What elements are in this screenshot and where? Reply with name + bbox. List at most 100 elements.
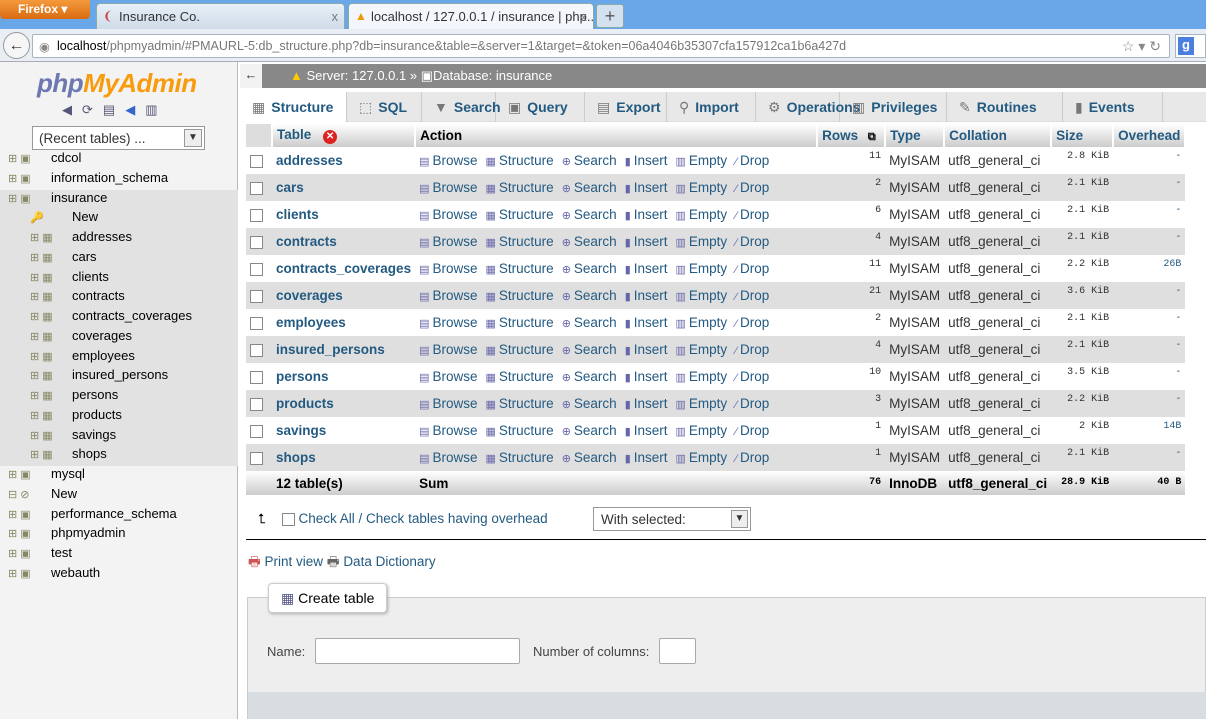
rows-help-icon[interactable]: ⧉ [868,131,876,143]
browse-action[interactable]: ▤ Browse [419,315,477,330]
browse-action[interactable]: ▤ Browse [419,261,477,276]
collapse-arrow-icon[interactable]: ← [240,64,262,88]
structure-action[interactable]: ▦ Structure [486,450,554,465]
search-engine-button[interactable]: g [1175,34,1206,58]
search-action[interactable]: ⊕ Search [562,423,617,438]
sidebar-database-item[interactable]: ⊞ ▣ test [0,545,238,565]
search-action[interactable]: ⊕ Search [562,180,617,195]
row-checkbox[interactable] [250,343,263,357]
browse-action[interactable]: ▤ Browse [419,153,477,168]
database-icon[interactable]: ⊞ ▣ [0,527,51,540]
search-action[interactable]: ⊕ Search [562,315,617,330]
insert-action[interactable]: ▮ Insert [625,342,668,357]
drop-action[interactable]: ⁄ Drop [735,207,769,222]
database-icon[interactable]: ⊞ ▣ [0,567,51,580]
table-icon[interactable]: ⊞ ▦ [0,290,72,303]
unlink-icon[interactable]: ◀ [125,102,145,117]
tab-privileges[interactable]: ▥ Privileges [840,92,947,122]
insert-action[interactable]: ▮ Insert [625,234,668,249]
drop-action[interactable]: ⁄ Drop [735,153,769,168]
sidebar-table-item[interactable]: ⊞ ▦ coverages [0,327,238,348]
browse-action[interactable]: ▤ Browse [419,342,477,357]
table-icon[interactable]: ⊞ ▦ [0,251,72,264]
search-action[interactable]: ⊕ Search [562,207,617,222]
insert-action[interactable]: ▮ Insert [625,396,668,411]
structure-action[interactable]: ▦ Structure [486,396,554,411]
back-button[interactable]: ← [3,32,30,59]
empty-action[interactable]: ▥ Empty [676,207,728,222]
bookmark-star-icon[interactable]: ☆ ▾ ↻ [1117,38,1161,55]
docs-icon[interactable]: ▤ [103,102,125,117]
table-icon[interactable]: ⊞ ▦ [0,409,72,422]
insert-action[interactable]: ▮ Insert [625,369,668,384]
drop-action[interactable]: ⁄ Drop [735,342,769,357]
table-icon[interactable]: ⊞ ▦ [0,448,72,461]
tab-events[interactable]: ▮ Events [1063,92,1163,122]
row-checkbox[interactable] [250,181,263,195]
table-icon[interactable]: ⊞ ▦ [0,350,72,363]
drop-action[interactable]: ⁄ Drop [735,234,769,249]
database-icon[interactable]: ⊞ ▣ [0,468,51,481]
tab-search[interactable]: ▼ Search [422,92,501,122]
drop-action[interactable]: ⁄ Drop [735,423,769,438]
row-checkbox[interactable] [250,451,263,465]
row-checkbox[interactable] [250,316,263,330]
table-name-link[interactable]: coverages [272,282,416,309]
insert-action[interactable]: ▮ Insert [625,423,668,438]
table-size[interactable]: 2.1 KiB [1051,336,1114,363]
sidebar-database-item[interactable]: ⊟ ⊘ New [0,486,238,506]
database-icon[interactable]: ⊞ ▣ [0,508,51,521]
table-size[interactable]: 2 KiB [1051,417,1114,444]
browse-action[interactable]: ▤ Browse [419,369,477,384]
search-action[interactable]: ⊕ Search [562,234,617,249]
browse-action[interactable]: ▤ Browse [419,234,477,249]
empty-action[interactable]: ▥ Empty [676,180,728,195]
structure-action[interactable]: ▦ Structure [486,315,554,330]
sidebar-table-item[interactable]: ⊞ ▦ savings [0,426,238,447]
structure-action[interactable]: ▦ Structure [486,207,554,222]
row-checkbox[interactable] [250,370,263,384]
empty-action[interactable]: ▥ Empty [676,423,728,438]
tab-operations[interactable]: ⚙ Operations [756,92,860,122]
search-action[interactable]: ⊕ Search [562,450,617,465]
check-all-link[interactable]: Check All [299,511,355,526]
sidebar-database-item[interactable]: ⊞ ▣ insurance [0,189,238,210]
data-dictionary-link[interactable]: Data Dictionary [343,554,435,569]
table-icon[interactable]: ⊞ ▦ [0,429,72,442]
empty-action[interactable]: ▥ Empty [676,450,728,465]
table-size[interactable]: 2.1 KiB [1051,201,1114,228]
sidebar-table-item[interactable]: ⊞ ▦ insured_persons [0,367,238,388]
reload-icon[interactable]: ⟳ [82,102,103,117]
new-icon[interactable]: ⊟ ⊘ [0,488,51,501]
table-icon[interactable]: ⊞ ▦ [0,310,72,323]
breadcrumb-server[interactable]: Server: 127.0.0.1 [307,68,407,83]
search-action[interactable]: ⊕ Search [562,396,617,411]
tab-export[interactable]: ▤ Export [585,92,667,122]
browse-action[interactable]: ▤ Browse [419,288,477,303]
new-tab-button[interactable]: + [596,4,624,28]
table-name-link[interactable]: clients [272,201,416,228]
insert-action[interactable]: ▮ Insert [625,180,668,195]
tab-structure[interactable]: ▦ Structure [240,92,347,122]
settings-icon[interactable]: ▥ [145,102,167,117]
insert-action[interactable]: ▮ Insert [625,261,668,276]
browse-action[interactable]: ▤ Browse [419,423,477,438]
drop-action[interactable]: ⁄ Drop [735,369,769,384]
table-size[interactable]: 2.1 KiB [1051,174,1114,201]
table-name-link[interactable]: contracts [272,228,416,255]
sidebar-table-item[interactable]: ⊞ ▦ addresses [0,229,238,249]
insert-action[interactable]: ▮ Insert [625,315,668,330]
browser-tab-phpmyadmin[interactable]: ▲ localhost / 127.0.0.1 / insurance | php… [348,3,594,29]
firefox-menu-button[interactable]: Firefox ▾ [0,0,90,19]
browser-tab-insurance[interactable]: ❨ Insurance Co. x [96,3,345,29]
structure-action[interactable]: ▦ Structure [486,342,554,357]
search-action[interactable]: ⊕ Search [562,261,617,276]
table-icon[interactable]: ⊞ ▦ [0,271,72,284]
sidebar-database-item[interactable]: ⊞ ▣ cdcol [0,150,238,170]
structure-action[interactable]: ▦ Structure [486,234,554,249]
empty-action[interactable]: ▥ Empty [676,396,728,411]
row-checkbox[interactable] [250,154,263,168]
table-name-link[interactable]: persons [272,363,416,390]
search-action[interactable]: ⊕ Search [562,153,617,168]
sidebar-table-item[interactable]: ⊞ ▦ shops [0,446,238,467]
